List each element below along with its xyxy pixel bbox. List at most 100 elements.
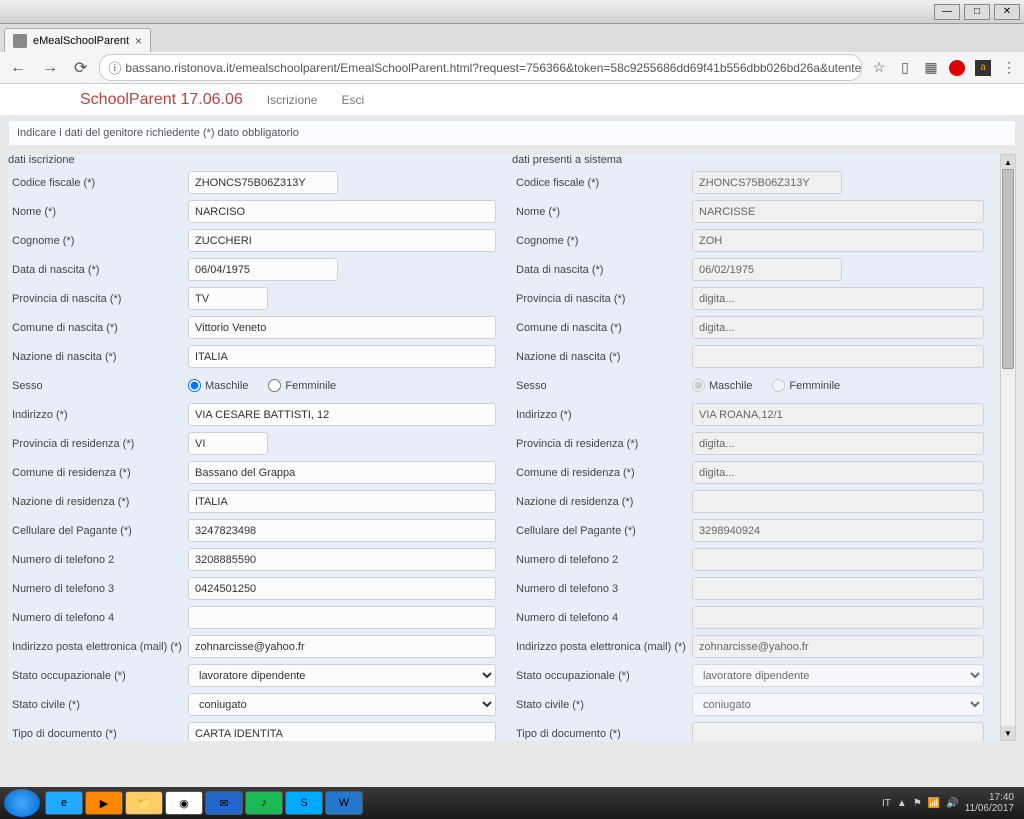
browser-toolbar: ← → ⟳ ⓘ bassano.ristonova.it/emealschool… bbox=[0, 52, 1024, 84]
label-nazione-nascita: Nazione di nascita (*) bbox=[8, 351, 188, 363]
tab-title: eMealSchoolParent bbox=[33, 35, 129, 47]
r-label-data-nascita: Data di nascita (*) bbox=[512, 264, 692, 276]
system-tray: IT ▲ ⚑ 📶 🔊 17:40 11/06/2017 bbox=[882, 792, 1020, 814]
label-prov-res: Provincia di residenza (*) bbox=[8, 438, 188, 450]
tray-clock[interactable]: 17:40 11/06/2017 bbox=[965, 792, 1014, 814]
input-comune-res[interactable] bbox=[188, 461, 496, 484]
tray-volume-icon[interactable]: 🔊 bbox=[946, 798, 958, 809]
start-button[interactable] bbox=[4, 789, 40, 817]
r-input-tel3 bbox=[692, 577, 984, 600]
r-label-email: Indirizzo posta elettronica (mail) (*) bbox=[512, 641, 692, 653]
label-indirizzo: Indirizzo (*) bbox=[8, 409, 188, 421]
info-banner: Indicare i dati del genitore richiedente… bbox=[8, 120, 1016, 146]
r-label-tipo-doc: Tipo di documento (*) bbox=[512, 728, 692, 740]
nav-iscrizione[interactable]: Iscrizione bbox=[267, 93, 318, 107]
input-nome[interactable] bbox=[188, 200, 496, 223]
r-label-stato-occ: Stato occupazionale (*) bbox=[512, 670, 692, 682]
back-button[interactable]: ← bbox=[6, 59, 30, 77]
browser-tab-row: eMealSchoolParent × bbox=[0, 24, 1024, 52]
tray-chevron-icon[interactable]: ▲ bbox=[897, 798, 907, 809]
r-label-cognome: Cognome (*) bbox=[512, 235, 692, 247]
radio-maschile-input[interactable] bbox=[188, 379, 201, 392]
r-radio-femminile-input bbox=[772, 379, 785, 392]
radio-femminile[interactable]: Femminile bbox=[268, 379, 336, 392]
r-label-comune-nascita: Comune di nascita (*) bbox=[512, 322, 692, 334]
right-header: dati presenti a sistema bbox=[512, 154, 984, 168]
input-indirizzo[interactable] bbox=[188, 403, 496, 426]
r-input-nome bbox=[692, 200, 984, 223]
taskbar-spotify-icon[interactable]: ♪ bbox=[245, 791, 283, 815]
input-nazione-res[interactable] bbox=[188, 490, 496, 513]
input-codice-fiscale[interactable] bbox=[188, 171, 338, 194]
menu-icon[interactable]: ⋮ bbox=[1000, 59, 1018, 77]
r-radio-maschile-input bbox=[692, 379, 705, 392]
label-sesso: Sesso bbox=[8, 380, 188, 392]
taskbar-ie-icon[interactable]: e bbox=[45, 791, 83, 815]
nav-esci[interactable]: Esci bbox=[341, 93, 364, 107]
browser-tab[interactable]: eMealSchoolParent × bbox=[4, 28, 151, 52]
star-icon[interactable]: ☆ bbox=[870, 59, 888, 77]
site-info-icon[interactable]: ⓘ bbox=[108, 58, 121, 77]
taskbar-word-icon[interactable]: W bbox=[325, 791, 363, 815]
r-input-comune-res bbox=[692, 461, 984, 484]
input-tipo-doc[interactable] bbox=[188, 722, 496, 741]
scroll-up-icon[interactable]: ▲ bbox=[1001, 155, 1015, 169]
tab-close-icon[interactable]: × bbox=[135, 34, 142, 48]
r-label-nome: Nome (*) bbox=[512, 206, 692, 218]
tray-flag-icon[interactable]: ⚑ bbox=[913, 798, 922, 809]
input-cell[interactable] bbox=[188, 519, 496, 542]
taskbar-chrome-icon[interactable]: ◉ bbox=[165, 791, 203, 815]
reload-button[interactable]: ⟳ bbox=[70, 58, 91, 78]
input-cognome[interactable] bbox=[188, 229, 496, 252]
label-codice-fiscale: Codice fiscale (*) bbox=[8, 177, 188, 189]
cast-icon[interactable]: ▯ bbox=[896, 59, 914, 77]
label-email: Indirizzo posta elettronica (mail) (*) bbox=[8, 641, 188, 653]
r-label-comune-res: Comune di residenza (*) bbox=[512, 467, 692, 479]
r-input-prov-nascita bbox=[692, 287, 984, 310]
r-label-cell: Cellulare del Pagante (*) bbox=[512, 525, 692, 537]
r-input-nazione-nascita bbox=[692, 345, 984, 368]
windows-taskbar: e ▶ 📁 ◉ ✉ ♪ S W IT ▲ ⚑ 📶 🔊 17:40 11/06/2… bbox=[0, 787, 1024, 819]
input-tel4[interactable] bbox=[188, 606, 496, 629]
tray-network-icon[interactable]: 📶 bbox=[928, 798, 940, 809]
scroll-thumb[interactable] bbox=[1002, 169, 1014, 369]
forward-button[interactable]: → bbox=[38, 59, 62, 77]
taskbar-explorer-icon[interactable]: 📁 bbox=[125, 791, 163, 815]
r-input-comune-nascita bbox=[692, 316, 984, 339]
input-data-nascita[interactable] bbox=[188, 258, 338, 281]
input-nazione-nascita[interactable] bbox=[188, 345, 496, 368]
input-prov-res[interactable] bbox=[188, 432, 268, 455]
app-header: SchoolParent 17.06.06 Iscrizione Esci bbox=[0, 84, 1024, 116]
window-maximize-button[interactable]: □ bbox=[964, 4, 990, 20]
right-column: dati presenti a sistema Codice fiscale (… bbox=[504, 154, 1000, 741]
input-email[interactable] bbox=[188, 635, 496, 658]
scroll-down-icon[interactable]: ▼ bbox=[1001, 726, 1015, 740]
tray-lang[interactable]: IT bbox=[882, 798, 891, 809]
radio-femminile-input[interactable] bbox=[268, 379, 281, 392]
vertical-scrollbar[interactable]: ▲ ▼ bbox=[1000, 154, 1016, 741]
window-titlebar: — □ ✕ bbox=[0, 0, 1024, 24]
address-bar[interactable]: ⓘ bassano.ristonova.it/emealschoolparent… bbox=[99, 54, 862, 81]
select-stato-occ[interactable]: lavoratore dipendente bbox=[188, 664, 496, 687]
r-input-email bbox=[692, 635, 984, 658]
input-comune-nascita[interactable] bbox=[188, 316, 496, 339]
radio-maschile[interactable]: Maschile bbox=[188, 379, 248, 392]
left-column: dati iscrizione Codice fiscale (*) Nome … bbox=[8, 154, 504, 741]
taskbar-skype-icon[interactable]: S bbox=[285, 791, 323, 815]
app-icon[interactable]: ▦ bbox=[922, 59, 940, 77]
taskbar-mail-icon[interactable]: ✉ bbox=[205, 791, 243, 815]
r-label-tel2: Numero di telefono 2 bbox=[512, 554, 692, 566]
r-label-codice-fiscale: Codice fiscale (*) bbox=[512, 177, 692, 189]
r-label-indirizzo: Indirizzo (*) bbox=[512, 409, 692, 421]
app-title: SchoolParent 17.06.06 bbox=[80, 91, 243, 109]
input-prov-nascita[interactable] bbox=[188, 287, 268, 310]
opera-icon[interactable] bbox=[948, 59, 966, 77]
amazon-icon[interactable]: a bbox=[974, 59, 992, 77]
input-tel2[interactable] bbox=[188, 548, 496, 571]
window-close-button[interactable]: ✕ bbox=[994, 4, 1020, 20]
window-minimize-button[interactable]: — bbox=[934, 4, 960, 20]
select-stato-civ[interactable]: coniugato bbox=[188, 693, 496, 716]
r-input-nazione-res bbox=[692, 490, 984, 513]
taskbar-media-icon[interactable]: ▶ bbox=[85, 791, 123, 815]
input-tel3[interactable] bbox=[188, 577, 496, 600]
